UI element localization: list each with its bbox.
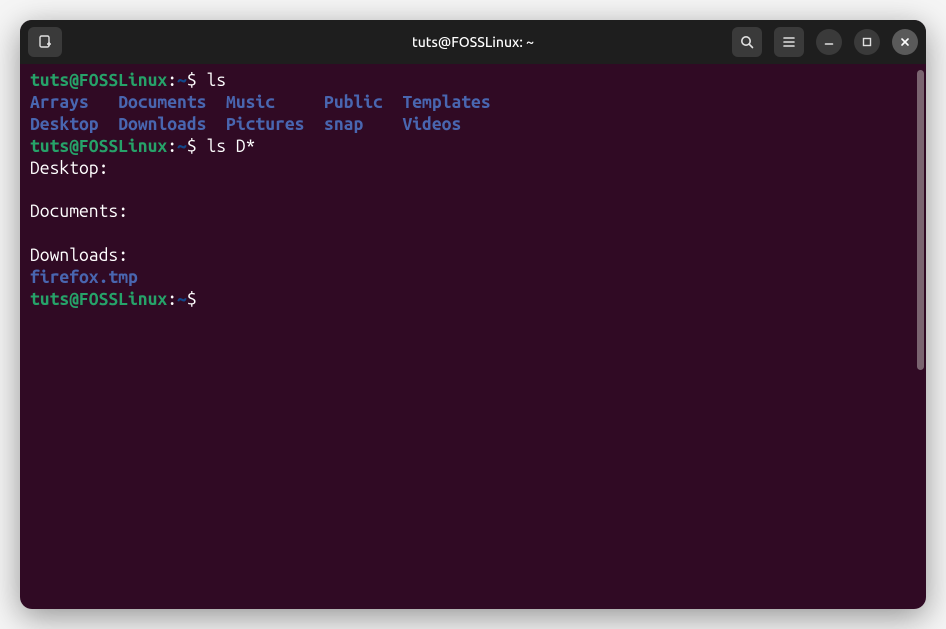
titlebar-left xyxy=(28,27,62,57)
titlebar-right xyxy=(732,27,918,57)
search-button[interactable] xyxy=(732,27,762,57)
pad xyxy=(206,93,226,112)
space xyxy=(197,137,207,156)
menu-button[interactable] xyxy=(774,27,804,57)
hamburger-icon xyxy=(781,34,797,50)
dir-pictures: Pictures xyxy=(226,115,304,134)
blank-line-2 xyxy=(30,223,916,245)
maximize-button[interactable] xyxy=(854,29,880,55)
minimize-button[interactable] xyxy=(816,29,842,55)
ls-d-file-row: firefox.tmp xyxy=(30,267,916,289)
dir-downloads: Downloads xyxy=(118,115,206,134)
prompt-line-2: tuts@FOSSLinux:~$ ls D* xyxy=(30,136,916,158)
dir-music: Music xyxy=(226,93,275,112)
prompt-line-3: tuts@FOSSLinux:~$ xyxy=(30,289,916,311)
new-tab-icon xyxy=(37,34,53,50)
ls-d-desktop-header: Desktop: xyxy=(30,158,916,180)
terminal-window: tuts@FOSSLinux: ~ xyxy=(20,20,926,609)
ls-d-downloads-header: Downloads: xyxy=(30,245,916,267)
dir-documents: Documents xyxy=(118,93,206,112)
prompt-symbol: $ xyxy=(187,290,197,309)
maximize-icon xyxy=(861,36,873,48)
blank-line-1 xyxy=(30,179,916,201)
command-2: ls D* xyxy=(206,137,255,156)
prompt-line-1: tuts@FOSSLinux:~$ ls xyxy=(30,70,916,92)
prompt-colon: : xyxy=(167,137,177,156)
titlebar: tuts@FOSSLinux: ~ xyxy=(20,20,926,64)
pad xyxy=(206,115,226,134)
ls-row-2: Desktop Downloads Pictures snap Videos xyxy=(30,114,916,136)
dir-public: Public xyxy=(324,93,383,112)
terminal-body[interactable]: tuts@FOSSLinux:~$ ls Arrays Documents Mu… xyxy=(20,64,926,609)
pad xyxy=(383,93,403,112)
pad xyxy=(363,115,402,134)
scrollbar[interactable] xyxy=(917,70,924,370)
prompt-symbol: $ xyxy=(187,137,197,156)
space xyxy=(197,71,207,90)
prompt-colon: : xyxy=(167,71,177,90)
dir-desktop: Desktop xyxy=(30,115,99,134)
ls-d-documents-header: Documents: xyxy=(30,201,916,223)
close-button[interactable] xyxy=(892,29,918,55)
file-firefox-tmp: firefox.tmp xyxy=(30,268,138,287)
pad xyxy=(275,93,324,112)
command-1: ls xyxy=(206,71,226,90)
close-icon xyxy=(899,36,911,48)
minimize-icon xyxy=(823,36,835,48)
pad xyxy=(89,93,118,112)
new-tab-button[interactable] xyxy=(28,27,62,57)
window-title: tuts@FOSSLinux: ~ xyxy=(412,34,534,50)
pad xyxy=(304,115,324,134)
dir-templates: Templates xyxy=(402,93,490,112)
pad xyxy=(99,115,119,134)
dir-arrays: Arrays xyxy=(30,93,89,112)
prompt-path: ~ xyxy=(177,290,187,309)
space xyxy=(197,290,207,309)
prompt-path: ~ xyxy=(177,71,187,90)
dir-snap: snap xyxy=(324,115,363,134)
ls-row-1: Arrays Documents Music Public Templates xyxy=(30,92,916,114)
prompt-path: ~ xyxy=(177,137,187,156)
search-icon xyxy=(739,34,755,50)
dir-videos: Videos xyxy=(402,115,461,134)
prompt-symbol: $ xyxy=(187,71,197,90)
prompt-user: tuts@FOSSLinux xyxy=(30,290,167,309)
prompt-user: tuts@FOSSLinux xyxy=(30,137,167,156)
prompt-colon: : xyxy=(167,290,177,309)
prompt-user: tuts@FOSSLinux xyxy=(30,71,167,90)
